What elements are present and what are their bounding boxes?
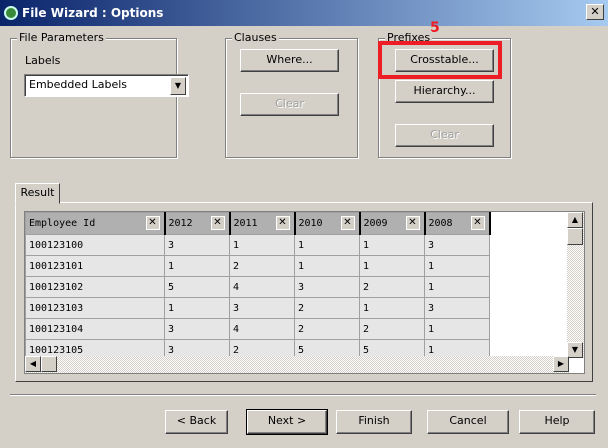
column-header[interactable]: 2010 ✕ <box>294 212 361 235</box>
table-row: 100123100 3 1 1 1 3 <box>25 234 490 256</box>
group-title: Clauses <box>232 31 279 44</box>
column-header-label: Employee Id <box>29 218 96 229</box>
remove-column-icon[interactable]: ✕ <box>275 216 290 230</box>
column-header-label: 2008 <box>428 218 453 229</box>
result-grid: Employee Id ✕ 2012 ✕ 2011 ✕ 2010 ✕ 2009 ✕ 2008 ✕ 10… <box>24 211 585 374</box>
table-cell: 3 <box>164 234 230 256</box>
table-cell: 3 <box>294 276 360 298</box>
column-header[interactable]: 2008 ✕ <box>424 212 491 235</box>
table-cell: 2 <box>359 276 425 298</box>
table-cell: 1 <box>424 276 490 298</box>
table-cell: 1 <box>294 234 360 256</box>
table-cell: 4 <box>229 276 295 298</box>
clauses-clear-button[interactable]: Clear <box>240 93 339 116</box>
table-cell: 2 <box>294 297 360 319</box>
labels-select-value: Embedded Labels <box>29 78 128 91</box>
scroll-left-button[interactable]: ◀ <box>25 356 41 372</box>
table-cell: 1 <box>164 297 230 319</box>
file-parameters-group: File Parameters Labels Embedded Labels ▼ <box>10 31 189 158</box>
table-cell: 2 <box>294 318 360 340</box>
column-header[interactable]: Employee Id ✕ <box>25 212 166 235</box>
where-button[interactable]: Where... <box>240 49 339 72</box>
prefixes-clear-button[interactable]: Clear <box>395 124 494 147</box>
table-cell: 4 <box>229 318 295 340</box>
column-header-label: 2011 <box>233 218 258 229</box>
hierarchy-button[interactable]: Hierarchy... <box>395 80 494 103</box>
table-row: 100123102 5 4 3 2 1 <box>25 276 490 298</box>
remove-column-icon[interactable]: ✕ <box>340 216 355 230</box>
table-row: 100123104 3 4 2 2 1 <box>25 318 490 340</box>
column-header-label: 2009 <box>363 218 388 229</box>
table-cell: 100123104 <box>25 318 165 340</box>
table-cell: 1 <box>294 255 360 277</box>
crosstable-button[interactable]: Crosstable... <box>395 49 494 72</box>
table-cell: 3 <box>164 318 230 340</box>
table-cell: 1 <box>424 318 490 340</box>
scroll-right-button[interactable]: ▶ <box>553 356 569 372</box>
app-icon <box>4 6 18 20</box>
table-cell: 2 <box>359 318 425 340</box>
table-cell: 1 <box>229 234 295 256</box>
table-cell: 5 <box>164 276 230 298</box>
table-cell: 3 <box>229 297 295 319</box>
table-cell: 3 <box>424 297 490 319</box>
table-cell: 2 <box>229 255 295 277</box>
table-cell: 100123103 <box>25 297 165 319</box>
scroll-thumb-h[interactable] <box>41 356 57 372</box>
back-button[interactable]: < Back <box>165 410 228 434</box>
window-title: File Wizard : Options <box>22 6 164 20</box>
labels-label: Labels <box>25 54 61 67</box>
cancel-button[interactable]: Cancel <box>427 410 509 434</box>
remove-column-icon[interactable]: ✕ <box>470 216 485 230</box>
table-cell: 3 <box>424 234 490 256</box>
scroll-down-button[interactable]: ▼ <box>567 342 583 358</box>
table-cell: 1 <box>359 234 425 256</box>
column-header[interactable]: 2009 ✕ <box>359 212 426 235</box>
next-button[interactable]: Next > <box>246 409 328 435</box>
help-button[interactable]: Help <box>519 410 595 434</box>
table-row: 100123101 1 2 1 1 1 <box>25 255 490 277</box>
chevron-down-icon[interactable]: ▼ <box>170 77 186 95</box>
table-cell: 100123101 <box>25 255 165 277</box>
table-cell: 1 <box>424 255 490 277</box>
column-header[interactable]: 2011 ✕ <box>229 212 296 235</box>
scroll-thumb[interactable] <box>567 228 583 245</box>
remove-column-icon[interactable]: ✕ <box>210 216 225 230</box>
close-button[interactable]: ✕ <box>586 4 604 20</box>
column-header-label: 2012 <box>168 218 193 229</box>
table-row: 100123103 1 3 2 1 3 <box>25 297 490 319</box>
group-title: File Parameters <box>17 31 106 44</box>
vertical-scrollbar[interactable]: ▲ ▼ <box>567 212 584 358</box>
table-cell: 100123102 <box>25 276 165 298</box>
separator <box>10 394 596 396</box>
finish-button[interactable]: Finish <box>336 410 412 434</box>
horizontal-scrollbar[interactable]: ◀ ▶ <box>25 356 569 373</box>
table-cell: 1 <box>164 255 230 277</box>
tab-result[interactable]: Result <box>15 183 60 204</box>
scroll-up-button[interactable]: ▲ <box>567 212 583 228</box>
labels-select[interactable]: Embedded Labels ▼ <box>24 74 189 97</box>
remove-column-icon[interactable]: ✕ <box>405 216 420 230</box>
column-header[interactable]: 2012 ✕ <box>164 212 231 235</box>
table-cell: 1 <box>359 255 425 277</box>
table-cell: 100123100 <box>25 234 165 256</box>
column-header-label: 2010 <box>298 218 323 229</box>
table-cell: 1 <box>359 297 425 319</box>
title-bar: File Wizard : Options <box>0 0 608 26</box>
result-table: Employee Id ✕ 2012 ✕ 2011 ✕ 2010 ✕ 2009 ✕ 2008 ✕ 10… <box>25 212 491 361</box>
remove-column-icon[interactable]: ✕ <box>145 216 160 230</box>
